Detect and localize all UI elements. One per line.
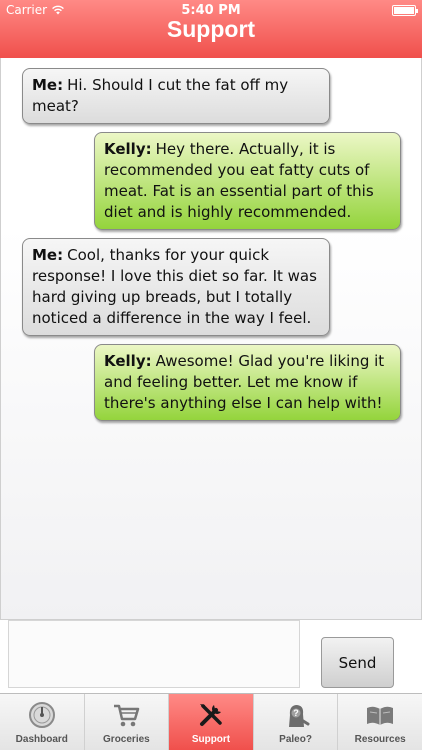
message-text: Hi. Should I cut the fat off my meat?	[32, 76, 289, 115]
caveman-icon: ?	[288, 705, 310, 727]
send-button[interactable]: Send	[321, 637, 394, 688]
chat-thread[interactable]: Me: Hi. Should I cut the fat off my meat?…	[0, 58, 422, 620]
book-icon	[367, 706, 394, 725]
svg-text:?: ?	[293, 708, 299, 718]
message-sender: Me:	[32, 76, 64, 94]
tab-label: Resources	[354, 734, 406, 745]
tab-bar: Dashboard Groceries Support ? Paleo? Res…	[0, 693, 422, 750]
message-sender: Kelly:	[104, 352, 152, 370]
message-bubble-kelly: Kelly: Hey there. Actually, it is recomme…	[94, 132, 401, 230]
composer: Send	[0, 620, 422, 693]
message-text: Cool, thanks for your quick response! I …	[32, 246, 317, 327]
tab-label: Paleo?	[279, 734, 312, 745]
tools-icon	[199, 704, 222, 726]
tab-label: Dashboard	[15, 734, 68, 745]
gauge-icon	[28, 702, 55, 728]
message-input[interactable]	[8, 620, 300, 688]
cart-icon	[114, 704, 140, 727]
message-bubble-me: Me: Hi. Should I cut the fat off my meat?	[22, 68, 330, 124]
message-bubble-kelly: Kelly: Awesome! Glad you're liking it and…	[94, 344, 401, 421]
tab-dashboard[interactable]: Dashboard	[0, 694, 85, 750]
tab-resources[interactable]: Resources	[338, 694, 422, 750]
navigation-header: Carrier 5:40 PM Support	[0, 0, 422, 58]
tab-paleo[interactable]: ? Paleo?	[254, 694, 339, 750]
tab-support[interactable]: Support	[169, 694, 254, 750]
tab-label: Groceries	[103, 734, 150, 745]
message-sender: Kelly:	[104, 140, 152, 158]
tab-label: Support	[191, 734, 231, 745]
battery-icon	[392, 5, 418, 16]
page-title: Support	[166, 16, 256, 42]
tab-groceries[interactable]: Groceries	[85, 694, 170, 750]
message-bubble-me: Me: Cool, thanks for your quick response!…	[22, 238, 330, 336]
message-sender: Me:	[32, 246, 64, 264]
